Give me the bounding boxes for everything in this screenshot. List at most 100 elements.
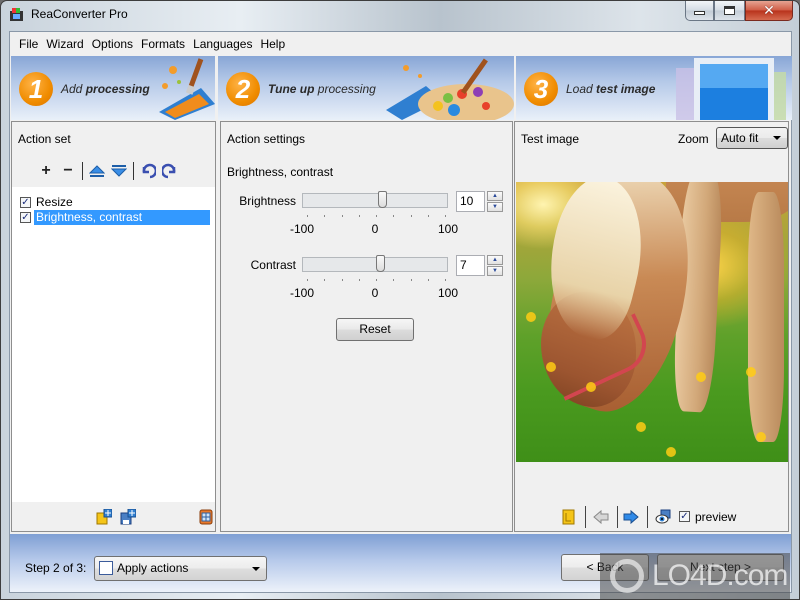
step-tune-up-processing[interactable]: 2 Tune up processing [218, 56, 514, 120]
close-button[interactable]: ✕ [745, 1, 793, 21]
horse-leg [748, 192, 784, 442]
slider-tick [307, 215, 308, 217]
flower [636, 422, 646, 432]
move-up-icon[interactable] [89, 163, 105, 179]
watermark-logo-icon [610, 559, 644, 593]
reset-button[interactable]: Reset [336, 318, 414, 341]
step-label: Add processing [61, 82, 150, 96]
step-load-test-image[interactable]: 3 Load test image [516, 56, 792, 120]
slider-tick [393, 279, 395, 281]
brightness-decrement-button[interactable]: ▼ [487, 202, 503, 212]
close-icon: ✕ [763, 2, 775, 18]
contrast-slider[interactable] [302, 255, 448, 272]
open-actions-icon[interactable] [96, 509, 112, 525]
slider-tick [427, 279, 429, 281]
chevron-down-icon [773, 136, 781, 140]
flower [546, 362, 556, 372]
flower [696, 372, 706, 382]
menu-bar: File Wizard Options Formats Languages He… [10, 32, 791, 56]
step-label-plain: Load [566, 82, 597, 96]
action-label: Brightness, contrast [34, 210, 210, 225]
flower [756, 432, 766, 442]
edit-icon [99, 561, 113, 575]
brightness-increment-button[interactable]: ▲ [487, 191, 503, 201]
action-checkbox[interactable]: ✓ [20, 197, 31, 208]
contrast-slider-thumb[interactable] [375, 255, 385, 272]
title-bar: ReaConverter Pro ✕ [1, 1, 800, 29]
action-set-panel: Action set + − ✓ Resize ✓ Brightness, co… [11, 121, 216, 532]
step-select[interactable]: Apply actions [94, 556, 267, 581]
watermark: LO4D.com [600, 553, 790, 599]
minimize-button[interactable] [685, 1, 714, 21]
action-checkbox[interactable]: ✓ [20, 212, 31, 223]
action-set-toolbar: + − [38, 162, 178, 180]
open-image-icon[interactable] [561, 509, 577, 525]
test-image-title: Test image [521, 132, 580, 146]
test-image-panel: Test image Zoom Auto fit ✓ preview [514, 121, 789, 532]
window-title: ReaConverter Pro [31, 7, 128, 21]
slider-tick [324, 279, 326, 281]
watermark-text: LO4D.com [652, 559, 788, 592]
contrast-decrement-button[interactable]: ▼ [487, 266, 503, 276]
minimize-icon [694, 11, 705, 15]
brightness-value-input[interactable]: 10 [456, 191, 485, 212]
remove-icon[interactable]: − [60, 162, 76, 179]
contrast-increment-button[interactable]: ▲ [487, 255, 503, 265]
step-label-bold: test image [596, 82, 656, 96]
menu-languages[interactable]: Languages [189, 37, 256, 51]
step-add-processing[interactable]: 1 Add processing [11, 56, 215, 120]
zoom-select[interactable]: Auto fit [716, 127, 788, 149]
brightness-slider[interactable] [302, 191, 448, 208]
step-number: 1 [19, 72, 53, 106]
slider-tick [427, 215, 429, 217]
slider-tick [376, 215, 377, 217]
toolbar-separator [133, 162, 134, 180]
add-icon[interactable]: + [38, 162, 54, 179]
redo-icon[interactable] [162, 163, 178, 179]
contrast-label: Contrast [250, 258, 296, 272]
maximize-button[interactable] [714, 1, 745, 21]
slider-tick [445, 215, 446, 217]
step-label-plain: Add [61, 82, 86, 96]
menu-wizard[interactable]: Wizard [42, 37, 87, 51]
menu-help[interactable]: Help [256, 37, 289, 51]
next-image-icon[interactable] [623, 509, 639, 525]
brightness-row: Brightness -100 0 100 10 ▲ ▼ [221, 191, 511, 241]
brightness-slider-thumb[interactable] [377, 191, 387, 208]
brightness-ticks [307, 215, 446, 218]
slider-tick [341, 279, 343, 281]
contrast-value-input[interactable]: 7 [456, 255, 485, 276]
monitor-image-icon [676, 58, 786, 120]
menu-formats[interactable]: Formats [137, 37, 189, 51]
slider-tick [410, 279, 412, 281]
slider-tick [358, 279, 360, 281]
flower [526, 312, 536, 322]
action-item-brightness-contrast[interactable]: ✓ Brightness, contrast [20, 210, 210, 225]
toolbar-separator [82, 162, 83, 180]
move-down-icon[interactable] [111, 163, 127, 179]
test-image-preview [516, 182, 788, 462]
previous-image-icon[interactable] [593, 509, 609, 525]
action-list: ✓ Resize ✓ Brightness, contrast [12, 187, 215, 502]
action-properties-icon[interactable] [198, 509, 214, 525]
undo-icon[interactable] [140, 163, 156, 179]
preview-checkbox[interactable]: ✓ [679, 511, 690, 522]
slider-tick [324, 215, 326, 217]
save-actions-icon[interactable] [120, 509, 136, 525]
toolbar-separator [585, 506, 586, 528]
action-item-resize[interactable]: ✓ Resize [20, 195, 75, 210]
slider-tick [376, 279, 377, 281]
view-image-icon[interactable] [655, 509, 671, 525]
step-number: 2 [226, 72, 260, 106]
menu-options[interactable]: Options [88, 37, 137, 51]
step-number: 3 [524, 72, 558, 106]
step-label: Tune up processing [268, 82, 376, 96]
client-area: File Wizard Options Formats Languages He… [9, 31, 792, 593]
contrast-ticks [307, 279, 446, 282]
step-label-bold: Tune up [268, 82, 315, 96]
maximize-icon [724, 6, 735, 15]
menu-file[interactable]: File [15, 37, 42, 51]
slider-tick [410, 215, 412, 217]
brightness-label: Brightness [239, 194, 296, 208]
action-set-title: Action set [18, 132, 71, 146]
